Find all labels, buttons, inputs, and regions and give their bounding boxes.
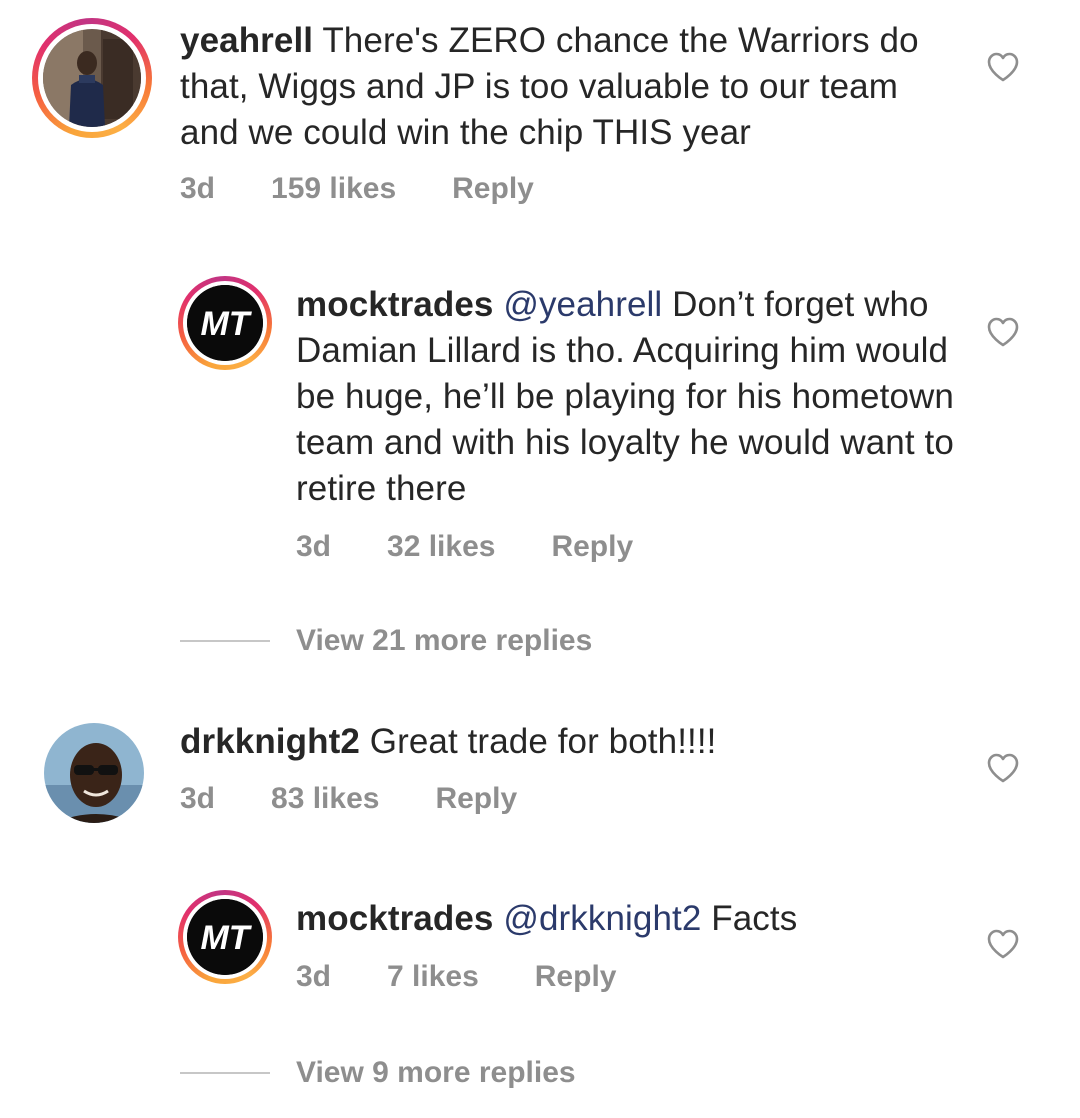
comment-time: 3d: [180, 782, 216, 815]
comment-mention[interactable]: @drkknight2: [503, 899, 701, 938]
heart-outline-icon[interactable]: [986, 51, 1020, 83]
avatar[interactable]: [44, 723, 144, 823]
comment-body: yeahrell There's ZERO chance the Warrior…: [180, 18, 960, 156]
avatar-story-ring[interactable]: [32, 18, 152, 138]
avatar: MT: [187, 285, 263, 361]
comment-likes[interactable]: 159 likes: [271, 172, 396, 206]
comment-username[interactable]: drkknight2: [180, 722, 360, 761]
heart-outline-icon[interactable]: [986, 928, 1020, 960]
view-more-label[interactable]: View 9 more replies: [296, 1056, 576, 1090]
comment-time: 3d: [296, 960, 332, 993]
reply-button[interactable]: Reply: [551, 530, 633, 564]
comment-yeahrell: yeahrell There's ZERO chance the Warrior…: [0, 0, 1080, 240]
reply-button[interactable]: Reply: [535, 960, 617, 994]
mocktrades-logo: MT: [200, 919, 252, 957]
mocktrades-logo: MT: [200, 305, 252, 343]
avatar: [43, 29, 141, 127]
comment-mention[interactable]: @yeahrell: [503, 285, 662, 324]
comment-body: mocktrades @yeahrell Don’t forget who Da…: [296, 282, 956, 512]
avatar: MT: [187, 899, 263, 975]
reply-mocktrades-2: MT mocktrades @drkknight2 Facts 3d 7 lik…: [0, 884, 1080, 1024]
reply-mocktrades-1: MT mocktrades @yeahrell Don’t forget who…: [0, 270, 1080, 600]
heart-outline-icon[interactable]: [986, 316, 1020, 348]
comment-likes[interactable]: 83 likes: [271, 782, 379, 816]
view-more-divider: [180, 1072, 270, 1074]
comment-meta: 3d 7 likes Reply: [296, 960, 616, 994]
avatar-story-ring[interactable]: MT: [178, 276, 272, 370]
comment-time: 3d: [296, 530, 332, 563]
comment-username[interactable]: mocktrades: [296, 899, 493, 938]
comment-meta: 3d 159 likes Reply: [180, 172, 534, 206]
comment-username[interactable]: yeahrell: [180, 21, 313, 60]
avatar-story-ring[interactable]: MT: [178, 890, 272, 984]
comment-body: mocktrades @drkknight2 Facts: [296, 896, 956, 942]
reply-button[interactable]: Reply: [452, 172, 534, 206]
view-more-replies[interactable]: View 9 more replies: [180, 1056, 576, 1090]
view-more-label[interactable]: View 21 more replies: [296, 624, 592, 658]
comment-likes[interactable]: 7 likes: [387, 960, 479, 994]
comment-username[interactable]: mocktrades: [296, 285, 493, 324]
heart-outline-icon[interactable]: [986, 752, 1020, 784]
comment-text: Great trade for both!!!!: [369, 722, 717, 761]
comment-likes[interactable]: 32 likes: [387, 530, 495, 564]
comment-drkknight2: drkknight2 Great trade for both!!!! 3d 8…: [0, 710, 1080, 840]
reply-button[interactable]: Reply: [435, 782, 517, 816]
comment-body: drkknight2 Great trade for both!!!!: [180, 719, 960, 765]
comment-meta: 3d 32 likes Reply: [296, 530, 633, 564]
comment-text: Facts: [711, 899, 798, 938]
view-more-divider: [180, 640, 270, 642]
comment-meta: 3d 83 likes Reply: [180, 782, 517, 816]
view-more-replies[interactable]: View 21 more replies: [180, 624, 592, 658]
comment-time: 3d: [180, 172, 216, 205]
